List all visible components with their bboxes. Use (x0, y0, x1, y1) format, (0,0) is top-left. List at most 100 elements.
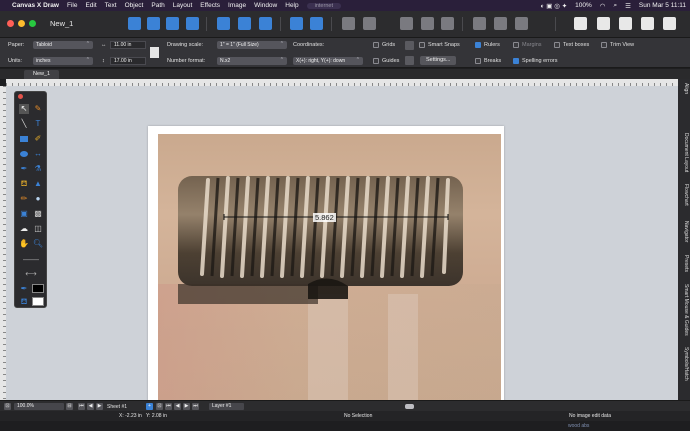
text-boxes-checkbox[interactable]: Text boxes (554, 42, 589, 48)
zoom-tool-icon[interactable]: 🔍︎ (33, 239, 43, 249)
ellipse-tool-icon[interactable] (19, 149, 29, 159)
menu-path[interactable]: Path (151, 2, 164, 9)
bring-front-icon[interactable] (342, 17, 355, 30)
menu-image[interactable]: Image (228, 2, 246, 9)
tab-symbols-hatch[interactable]: Symbols/Hatch (680, 347, 689, 381)
drawing-scale-select[interactable]: 1" = 1" (Full Size) (217, 41, 287, 49)
inspector-icon[interactable] (597, 17, 610, 30)
width-field[interactable]: 11.00 in (110, 41, 146, 49)
info-icon[interactable] (663, 17, 676, 30)
crayon-tool-icon[interactable]: ✏ (19, 194, 29, 204)
guides-panel-icon[interactable] (405, 56, 414, 65)
prev-layer-button[interactable]: ◀ (174, 403, 181, 410)
menu-window[interactable]: Window (254, 2, 277, 9)
height-field[interactable]: 17.00 in (110, 57, 146, 65)
selection-arrow-icon[interactable]: ↖ (19, 104, 29, 114)
zoom-options-icon[interactable]: ⊡ (4, 403, 11, 410)
first-sheet-button[interactable]: ⏮ (78, 403, 85, 410)
tab-navigator[interactable]: Navigator (680, 221, 689, 242)
dimension-tool-icon[interactable]: ↔ (33, 149, 43, 159)
blur-tool-icon[interactable]: ● (33, 194, 43, 204)
first-layer-button[interactable]: ⏮ (165, 403, 172, 410)
menu-help[interactable]: Help (285, 2, 298, 9)
hand-tool-icon[interactable]: ✋ (19, 239, 29, 249)
text-panel-icon[interactable] (574, 17, 587, 30)
paste-icon[interactable] (259, 17, 272, 30)
zoom-window-button[interactable] (29, 20, 36, 27)
breaks-checkbox[interactable]: Breaks (475, 58, 501, 64)
paint-bucket-icon[interactable]: ⛾ (19, 179, 29, 189)
clock[interactable]: Sun Mar 5 11:11 (639, 2, 686, 9)
magic-wand-icon[interactable]: ⚗ (33, 164, 43, 174)
horizontal-ruler[interactable] (6, 79, 678, 86)
align-icon[interactable] (473, 17, 486, 30)
flip-icon[interactable] (515, 17, 528, 30)
stamp-tool-icon[interactable]: ▣ (19, 209, 29, 219)
open-document-icon[interactable] (147, 17, 160, 30)
cloud-tool-icon[interactable]: ☁ (19, 224, 29, 234)
trim-view-checkbox[interactable]: Trim View (601, 42, 634, 48)
units-select[interactable]: inches (33, 57, 93, 65)
margins-checkbox[interactable]: Margins (513, 42, 542, 48)
search-icon[interactable]: ⌕ (613, 2, 617, 10)
tab-new-1[interactable]: New_1 (24, 70, 60, 79)
last-layer-button[interactable]: ⏭ (192, 403, 199, 410)
number-format-select[interactable]: N.x2 (217, 57, 287, 65)
tab-align[interactable]: Align (680, 83, 689, 94)
layers-icon[interactable] (641, 17, 654, 30)
screw-photo[interactable] (158, 134, 501, 400)
grids-checkbox[interactable]: Grids (373, 42, 395, 48)
image-tool-icon[interactable]: ▩ (33, 209, 43, 219)
line-width-icon[interactable]: —— (21, 255, 41, 265)
layer-field[interactable]: Layer #1 (209, 403, 244, 410)
rulers-checkbox[interactable]: Rulers (475, 42, 500, 48)
brush-tool-icon[interactable]: ✐ (33, 134, 43, 144)
status-icons[interactable]: ◐ ▣ ◎ ✦ (541, 2, 568, 10)
copy-icon[interactable] (238, 17, 251, 30)
redo-icon[interactable] (310, 17, 323, 30)
add-sheet-button[interactable]: + (146, 403, 153, 410)
coordinates-select[interactable]: X(+): right, Y(+): down (293, 57, 363, 65)
rectangle-tool-icon[interactable] (19, 134, 29, 144)
properties-icon[interactable] (619, 17, 632, 30)
menu-object[interactable]: Object (125, 2, 144, 9)
guides-checkbox[interactable]: Guides (373, 58, 399, 64)
url-pill[interactable]: internet (306, 2, 341, 9)
text-tool-icon[interactable]: T (33, 119, 43, 129)
fill-color-icon[interactable]: ⛾ (19, 297, 29, 307)
prev-sheet-button[interactable]: ◀ (87, 403, 94, 410)
minimize-window-button[interactable] (18, 20, 25, 27)
tab-smart-mouse-guides[interactable]: Smart Mouse & Guides (680, 284, 689, 336)
menu-effects[interactable]: Effects (200, 2, 220, 9)
zoom-out-button[interactable]: ⊟ (66, 403, 73, 410)
smart-snaps-checkbox[interactable]: Smart Snaps (419, 42, 460, 48)
new-document-icon[interactable] (128, 17, 141, 30)
cut-icon[interactable] (217, 17, 230, 30)
menu-app-name[interactable]: Canvas X Draw (12, 2, 59, 9)
control-center-icon[interactable]: ☰ (625, 2, 631, 10)
layer-options-button[interactable]: ⊡ (156, 403, 163, 410)
vertical-ruler[interactable] (0, 86, 6, 400)
lock-icon[interactable] (441, 17, 454, 30)
eyedropper-icon[interactable]: ✒ (19, 164, 29, 174)
snap-icon[interactable] (405, 41, 414, 50)
sheet-label[interactable]: Sheet #1 (107, 404, 127, 410)
tab-presets[interactable]: Presets (680, 255, 689, 272)
close-window-button[interactable] (7, 20, 14, 27)
save-icon[interactable] (166, 17, 179, 30)
tab-document-layout[interactable]: Document Layout (680, 133, 689, 172)
stroke-color-swatch[interactable] (32, 284, 44, 293)
spelling-errors-checkbox[interactable]: Spelling errors (513, 58, 557, 64)
tab-flowchart[interactable]: Flowchart (680, 184, 689, 206)
menu-edit[interactable]: Edit (85, 2, 96, 9)
horizontal-scrollbar[interactable] (405, 404, 414, 409)
shape-tool-icon[interactable]: ▲ (33, 179, 43, 189)
next-layer-button[interactable]: ▶ (183, 403, 190, 410)
send-back-icon[interactable] (363, 17, 376, 30)
palette-close-button[interactable] (18, 94, 23, 99)
next-sheet-button[interactable]: ▶ (96, 403, 103, 410)
print-icon[interactable] (186, 17, 199, 30)
settings-button[interactable]: Settings... (420, 56, 457, 65)
distribute-icon[interactable] (494, 17, 507, 30)
zoom-field[interactable]: 100.0% (14, 403, 64, 410)
